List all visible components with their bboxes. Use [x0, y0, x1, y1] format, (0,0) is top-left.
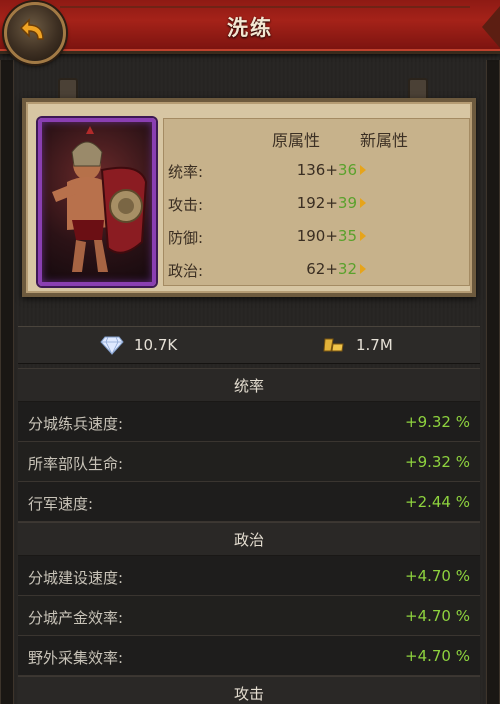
stat-value: 192+39	[296, 194, 357, 212]
stat-value: 136+36	[296, 161, 357, 179]
list-item: 行军速度: +2.44 %	[18, 482, 480, 522]
stat-row: 统率: 136+36	[164, 155, 471, 187]
bonus-label: 分城练兵速度:	[28, 415, 124, 433]
gold-amount: 1.7M	[356, 336, 393, 354]
list-item: 野外采集效率: +4.70 %	[18, 636, 480, 676]
left-frame-edge	[0, 60, 14, 704]
bonus-value: +4.70 %	[405, 607, 470, 625]
right-frame-edge	[486, 60, 500, 704]
list-item: 所率部队生命: +9.32 %	[18, 442, 480, 482]
list-item: 分城建设速度: +4.70 %	[18, 556, 480, 596]
col-header-original: 原属性	[272, 131, 321, 150]
stats-panel: 原属性 新属性 统率: 136+36 攻击: 192+39 防御: 190+35…	[163, 118, 470, 286]
stat-label: 统率:	[168, 163, 204, 181]
header-arrow-decoration	[482, 6, 500, 48]
stat-row: 防御: 190+35	[164, 221, 471, 253]
diamond-icon	[100, 336, 124, 355]
col-header-new: 新属性	[360, 131, 409, 150]
hero-card: 原属性 新属性 统率: 136+36 攻击: 192+39 防御: 190+35…	[22, 98, 476, 297]
attribute-bonus-list: 统率 分城练兵速度: +9.32 % 所率部队生命: +9.32 % 行军速度:…	[18, 368, 480, 704]
arrow-right-icon	[360, 165, 366, 175]
bonus-label: 野外采集效率:	[28, 649, 124, 667]
bonus-label: 所率部队生命:	[28, 455, 124, 473]
bonus-value: +9.32 %	[405, 413, 470, 431]
resource-bar: 10.7K 1.7M	[18, 326, 480, 364]
bonus-value: +4.70 %	[405, 647, 470, 665]
section-header-command: 统率	[18, 368, 480, 402]
bonus-value: +2.44 %	[405, 493, 470, 511]
gold-resource: 1.7M	[322, 335, 393, 355]
bonus-value: +9.32 %	[405, 453, 470, 471]
arrow-right-icon	[360, 231, 366, 241]
diamond-amount: 10.7K	[134, 336, 178, 354]
diamond-resource: 10.7K	[100, 335, 177, 355]
stat-label: 攻击:	[168, 196, 204, 214]
bonus-label: 行军速度:	[28, 495, 94, 513]
stat-value: 190+35	[296, 227, 357, 245]
stat-row: 攻击: 192+39	[164, 188, 471, 220]
arrow-right-icon	[360, 264, 366, 274]
list-item: 分城练兵速度: +9.32 %	[18, 402, 480, 442]
bonus-label: 分城产金效率:	[28, 609, 124, 627]
gladiator-image	[52, 126, 148, 272]
stat-value: 62+32	[306, 260, 357, 278]
section-header-politics: 政治	[18, 522, 480, 556]
section-header-attack: 攻击	[18, 676, 480, 704]
back-button[interactable]	[4, 2, 66, 64]
arrow-right-icon	[360, 198, 366, 208]
page-title: 洗练	[227, 16, 273, 40]
bonus-label: 分城建设速度:	[28, 569, 124, 587]
stat-label: 政治:	[168, 262, 204, 280]
stat-row: 政治: 62+32	[164, 254, 471, 286]
list-item: 分城产金效率: +4.70 %	[18, 596, 480, 636]
title-bar: 洗练	[0, 0, 500, 54]
back-arrow-icon	[19, 18, 44, 40]
hero-portrait[interactable]	[38, 118, 156, 286]
gold-coins-icon	[323, 338, 344, 352]
stat-label: 防御:	[168, 229, 204, 247]
bonus-value: +4.70 %	[405, 567, 470, 585]
